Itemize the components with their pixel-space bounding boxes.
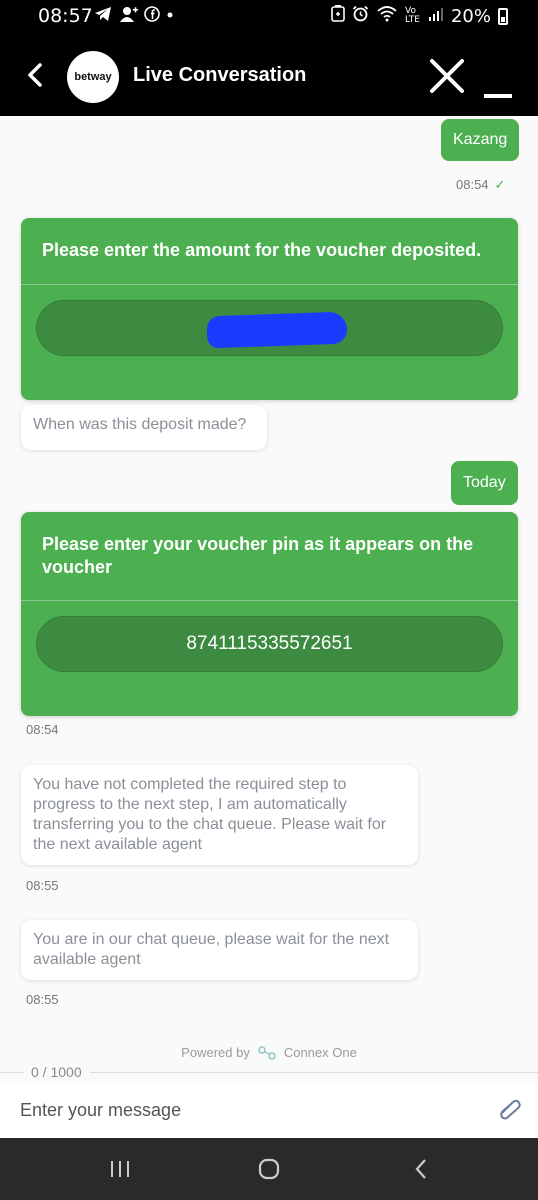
alarm-icon [352, 5, 369, 27]
powered-by-brand: Connex One [283, 1045, 357, 1060]
message-text: Today [463, 474, 506, 491]
system-icons: Vo LTE 20% [331, 5, 508, 27]
back-button[interactable] [20, 58, 50, 92]
outgoing-message: Today [451, 461, 518, 505]
divider [90, 1072, 538, 1073]
facebook-icon [144, 6, 160, 26]
quick-reply-card: Please enter your voucher pin as it appe… [21, 512, 518, 716]
telegram-icon [94, 6, 112, 26]
brand-logo-text: betway [74, 71, 112, 83]
battery-saver-icon [331, 5, 345, 27]
recent-apps-icon [111, 1161, 129, 1177]
message-text: You are in our chat queue, please wait f… [33, 931, 390, 968]
chevron-left-icon [415, 1159, 426, 1179]
message-time: 08:55 [26, 878, 59, 893]
card-divider [21, 600, 518, 601]
brand-logo: betway [67, 51, 119, 103]
incoming-message: You have not completed the required step… [21, 765, 418, 865]
divider [0, 1072, 24, 1073]
status-time: 08:57 [38, 5, 93, 27]
battery-level: 20% [450, 5, 491, 27]
back-nav-button[interactable] [401, 1154, 441, 1184]
outgoing-message: Kazang [441, 119, 520, 161]
home-icon [258, 1158, 280, 1180]
attach-button[interactable] [497, 1096, 523, 1122]
paperclip-icon [500, 1099, 521, 1120]
chat-header: betway Live Conversation [0, 34, 538, 116]
add-contact-icon [118, 6, 138, 26]
chevron-left-icon [28, 63, 42, 87]
character-counter: 0 / 1000 [28, 1064, 85, 1080]
quick-reply-card: Please enter the amount for the voucher … [21, 218, 518, 400]
home-button[interactable] [249, 1154, 289, 1184]
message-timestamp: 08:54 [456, 177, 489, 192]
message-time: 08:55 [26, 992, 59, 1007]
powered-by-label: Powered by [181, 1045, 250, 1060]
card-prompt: Please enter your voucher pin as it appe… [42, 534, 474, 577]
card-prompt: Please enter the amount for the voucher … [42, 240, 482, 260]
message-text: You have not completed the required step… [33, 776, 387, 853]
connex-logo-icon [258, 1045, 276, 1060]
close-button[interactable] [427, 56, 467, 96]
option-label: 8741115335572651 [186, 633, 353, 654]
wifi-icon [376, 5, 398, 27]
signal-icon [428, 6, 444, 27]
incoming-message: You are in our chat queue, please wait f… [21, 920, 418, 980]
character-counter-row: 0 / 1000 [0, 1064, 538, 1082]
system-navigation-bar [0, 1138, 538, 1200]
card-divider [21, 284, 518, 285]
volte-icon: Vo LTE [404, 6, 420, 25]
message-input[interactable] [20, 1091, 460, 1129]
page-title: Live Conversation [133, 64, 307, 86]
composer [0, 1083, 538, 1138]
dot-icon [166, 6, 174, 26]
message-text: When was this deposit made? [33, 416, 247, 433]
powered-by: Powered by Connex One [0, 1045, 538, 1060]
recent-apps-button[interactable] [100, 1154, 140, 1184]
redaction-mark [206, 311, 348, 349]
status-bar: 08:57 Vo LTE 20% [0, 0, 538, 34]
minimize-button[interactable] [484, 58, 514, 98]
voucher-pin-option-button[interactable]: 8741115335572651 [36, 616, 503, 672]
message-time: 08:54 ✓ [456, 177, 505, 193]
notification-icons [94, 6, 174, 26]
check-icon: ✓ [494, 177, 506, 192]
chat-thread: Kazang 08:54 ✓ Please enter the amount fo… [0, 116, 538, 1070]
close-icon [430, 59, 464, 93]
battery-icon [498, 7, 508, 25]
incoming-message: When was this deposit made? [21, 405, 267, 450]
message-text: Kazang [453, 131, 508, 148]
message-time: 08:54 [26, 722, 59, 737]
amount-option-button[interactable] [36, 300, 503, 356]
